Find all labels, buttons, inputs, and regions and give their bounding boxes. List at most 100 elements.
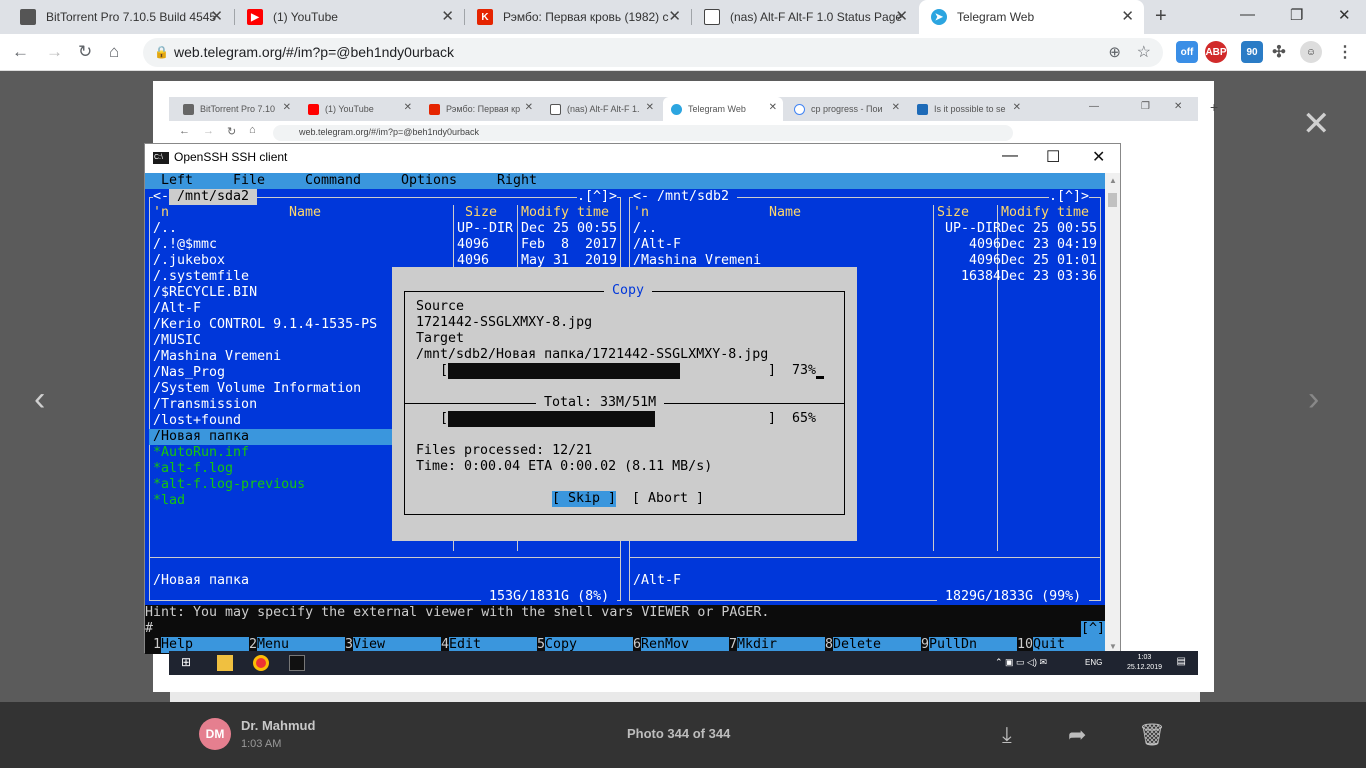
author-name[interactable]: Dr. Mahmud bbox=[241, 718, 315, 733]
ssh-minimize-icon[interactable]: — bbox=[1002, 147, 1018, 165]
adblock-icon[interactable]: ABP bbox=[1205, 41, 1227, 63]
tab-youtube[interactable]: ▶ (1) YouTube ✕ bbox=[235, 0, 464, 34]
forward-icon[interactable]: → bbox=[46, 42, 63, 62]
scroll-thumb[interactable] bbox=[1108, 193, 1117, 207]
fkey-number: 7 bbox=[729, 637, 738, 652]
left-panel-path: /mnt/sda2 bbox=[169, 189, 258, 205]
kebab-menu-icon[interactable]: ⋮ bbox=[1334, 41, 1356, 63]
tab-title: Рэмбо: Первая кровь (1982) с bbox=[503, 10, 669, 24]
total-progress-fill bbox=[448, 411, 655, 427]
inner-tab: (nas) Alt-F Alt-F 1. ✕ bbox=[542, 97, 660, 121]
tab-telegram[interactable]: ➤ Telegram Web ✕ bbox=[919, 0, 1144, 34]
new-tab-button[interactable]: + bbox=[1155, 5, 1167, 28]
close-window-icon[interactable]: ✕ bbox=[1338, 6, 1351, 24]
extensions-puzzle-icon[interactable]: ✣ bbox=[1268, 41, 1290, 63]
browser-tab-bar: BitTorrent Pro 7.10.5 Build 4545 ✕ ▶ (1)… bbox=[0, 0, 1366, 34]
menu-file[interactable]: File bbox=[233, 173, 265, 189]
scroll-down-icon[interactable]: ▼ bbox=[1109, 642, 1117, 651]
abort-button[interactable]: [ Abort ] bbox=[632, 491, 704, 507]
shell-prompt[interactable]: # bbox=[145, 621, 153, 637]
close-tab-icon[interactable]: ✕ bbox=[441, 9, 454, 25]
windows-start-icon: ⊞ bbox=[181, 655, 192, 669]
col-name[interactable]: Name bbox=[289, 205, 321, 221]
fkey-number: 6 bbox=[633, 637, 642, 652]
menu-command[interactable]: Command bbox=[305, 173, 361, 189]
file-name: /System Volume Information bbox=[153, 381, 362, 396]
file-explorer-icon bbox=[217, 655, 233, 671]
tab-bittorrent[interactable]: BitTorrent Pro 7.10.5 Build 4545 ✕ bbox=[8, 0, 233, 34]
total-progress-bracket-close: ] bbox=[768, 411, 777, 426]
delete-icon[interactable]: 🗑 bbox=[1138, 722, 1166, 748]
file-name: /.. bbox=[633, 221, 658, 236]
file-name: *lad bbox=[153, 493, 186, 508]
profile-avatar-icon[interactable]: ☺ bbox=[1300, 41, 1322, 63]
zoom-icon[interactable]: ⊕ bbox=[1108, 43, 1121, 61]
file-name: *alt-f.log-previous bbox=[153, 477, 306, 492]
file-name: /$RECYCLE.BIN bbox=[153, 285, 258, 300]
counter-extension-icon[interactable]: 90 bbox=[1241, 41, 1263, 63]
file-size: UP--DIR bbox=[944, 221, 1001, 236]
download-icon[interactable]: ⤓ bbox=[1002, 722, 1012, 748]
close-tab-icon[interactable]: ✕ bbox=[210, 9, 223, 25]
menu-left[interactable]: Left bbox=[161, 173, 193, 189]
file-name: /Alt-F bbox=[153, 301, 202, 316]
ssh-scrollbar[interactable]: ▲ ▼ bbox=[1105, 173, 1120, 654]
file-name: /MUSIC bbox=[153, 333, 202, 348]
telegram-icon bbox=[671, 103, 682, 115]
bookmark-star-icon[interactable]: ☆ bbox=[1137, 42, 1151, 62]
minimize-icon[interactable]: — bbox=[1240, 6, 1255, 23]
tab-title: Telegram Web bbox=[957, 10, 1035, 24]
menu-options[interactable]: Options bbox=[401, 173, 457, 189]
ssh-close-icon[interactable]: ✕ bbox=[1092, 147, 1105, 167]
off-extension-icon[interactable]: off bbox=[1176, 41, 1198, 63]
inner-tab: cp progress - Пои ✕ bbox=[786, 97, 906, 121]
scroll-up-icon[interactable]: ▲ bbox=[1109, 176, 1117, 185]
col-name[interactable]: Name bbox=[769, 205, 801, 221]
col-modify-time[interactable]: Modify time bbox=[521, 205, 609, 221]
close-tab-icon[interactable]: ✕ bbox=[895, 9, 908, 25]
total-progress-bracket-open: [ bbox=[440, 411, 449, 426]
source-file: 1721442-SSGLXMXY-8.jpg bbox=[416, 315, 593, 330]
file-name: /Новая папка bbox=[153, 429, 250, 444]
file-progress-fill bbox=[448, 363, 680, 379]
total-label: Total: 33M/51M bbox=[536, 395, 665, 411]
inner-tab-bar: BitTorrent Pro 7.10 ✕ (1) YouTube ✕ Рэмбо:… bbox=[169, 97, 1218, 121]
terminal[interactable]: Left File Command Options Right <- /mnt/… bbox=[145, 173, 1105, 654]
fkey-number: 8 bbox=[825, 637, 834, 652]
prev-photo-icon[interactable]: ‹ bbox=[34, 380, 45, 419]
chat-background-strip bbox=[170, 692, 1200, 702]
col-size[interactable]: Size bbox=[937, 205, 969, 221]
ssh-maximize-icon[interactable]: ☐ bbox=[1046, 147, 1060, 167]
tab-alt-f[interactable]: (nas) Alt-F Alt-F 1.0 Status Page ✕ bbox=[692, 0, 918, 34]
inner-close-icon: ✕ bbox=[1174, 101, 1183, 112]
close-viewer-icon[interactable]: ✕ bbox=[1302, 107, 1331, 141]
file-size: 4096 bbox=[968, 253, 1001, 268]
tab-title: (nas) Alt-F Alt-F 1.0 Status Page bbox=[730, 10, 903, 24]
total-progress-bar bbox=[448, 411, 768, 427]
tab-rambo[interactable]: K Рэмбо: Первая кровь (1982) с ✕ bbox=[465, 0, 691, 34]
total-progress-percent: 65% bbox=[792, 411, 817, 426]
next-photo-icon[interactable]: › bbox=[1308, 380, 1319, 419]
console-icon: C:\ bbox=[153, 152, 169, 164]
address-bar[interactable]: 🔒 web.telegram.org/#/im?p=@beh1ndy0urbac… bbox=[143, 38, 1163, 67]
close-tab-icon[interactable]: ✕ bbox=[1121, 9, 1134, 25]
close-tab-icon[interactable]: ✕ bbox=[668, 9, 681, 25]
back-icon[interactable]: ← bbox=[12, 42, 29, 62]
menu-right[interactable]: Right bbox=[497, 173, 537, 189]
skip-button[interactable]: [ Skip ] bbox=[552, 491, 617, 507]
bittorrent-icon bbox=[183, 103, 194, 115]
col-size[interactable]: Size bbox=[465, 205, 497, 221]
col-modify-time[interactable]: Modify time bbox=[1001, 205, 1089, 221]
youtube-icon bbox=[308, 103, 319, 115]
restore-icon[interactable]: ❐ bbox=[1290, 6, 1303, 24]
fkey-number: 3 bbox=[345, 637, 354, 652]
reload-icon[interactable]: ↻ bbox=[78, 42, 92, 62]
files-processed: Files processed: 12/21 bbox=[416, 443, 593, 458]
avatar[interactable]: DM bbox=[199, 718, 231, 750]
inner-tab: Telegram Web ✕ bbox=[663, 97, 783, 121]
ssh-window: C:\ OpenSSH SSH client — ☐ ✕ Left File C… bbox=[144, 143, 1121, 654]
file-name: /Kerio CONTROL 9.1.4-1535-PS bbox=[153, 317, 378, 332]
forward-share-icon[interactable]: ➦ bbox=[1068, 722, 1086, 748]
inner-reload-icon: ↻ bbox=[227, 126, 237, 138]
home-icon[interactable]: ⌂ bbox=[109, 42, 119, 62]
